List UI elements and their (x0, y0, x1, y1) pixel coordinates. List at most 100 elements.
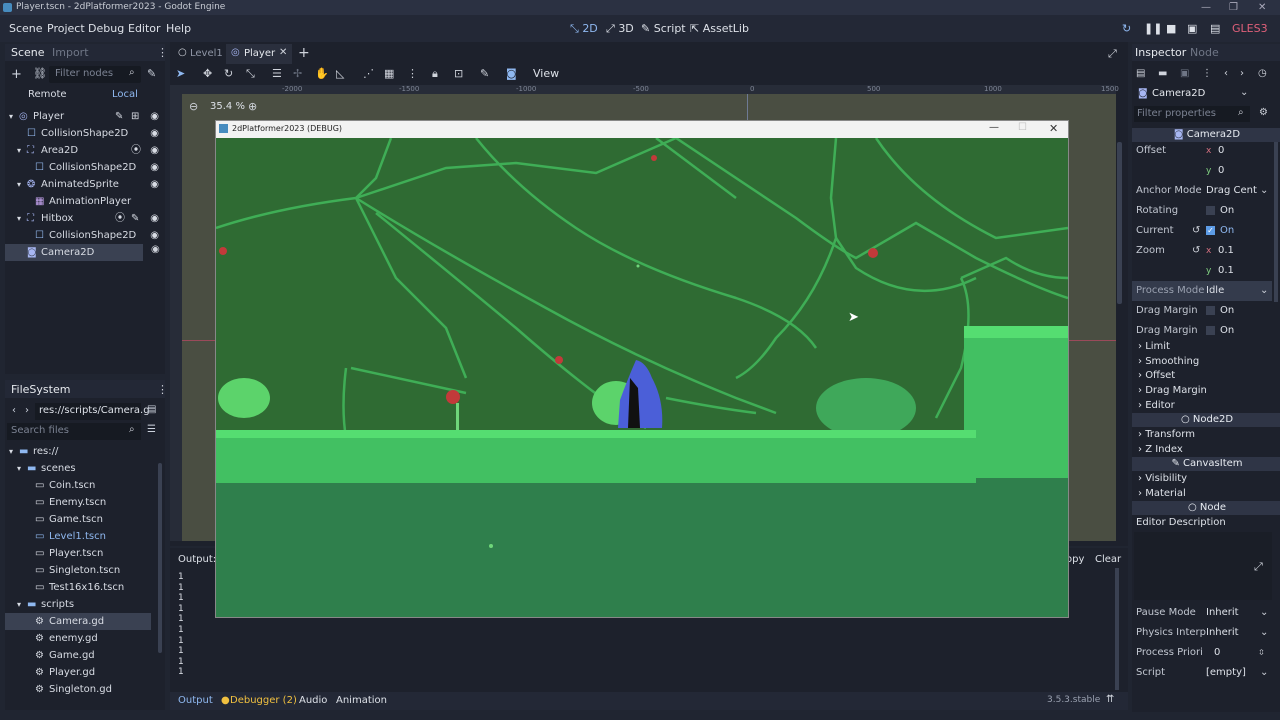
dock-menu-icon[interactable]: ⋮ (157, 383, 168, 396)
file-enemy-gd[interactable]: ⚙ enemy.gd (5, 630, 157, 647)
menu-debug[interactable]: Debug (88, 22, 124, 35)
dock-menu-icon[interactable]: ⋮ (157, 46, 168, 59)
file-level1-tscn[interactable]: ▭ Level1.tscn (5, 528, 157, 545)
maximize-icon[interactable]: ❐ (1229, 0, 1238, 15)
inspector-scrollbar[interactable] (1274, 142, 1278, 302)
snap-options-icon[interactable]: ⋮ (407, 67, 418, 80)
maximize-icon[interactable]: ☐ (1018, 122, 1027, 133)
minimize-icon[interactable]: — (989, 122, 999, 133)
tree-node-animatedsprite[interactable]: ▾ ❂ AnimatedSprite ◉ (5, 176, 167, 193)
scrollbar[interactable] (158, 463, 162, 653)
tree-node-animationplayer[interactable]: ▦ AnimationPlayer (5, 193, 167, 210)
tree-node-collisionshape2d[interactable]: ☐ CollisionShape2D ◉ (5, 227, 167, 244)
vertical-scrollbar[interactable] (1117, 142, 1122, 304)
link-icon[interactable]: ⛓ (33, 67, 47, 80)
tree-node-camera2d[interactable]: ◙ Camera2D (5, 244, 143, 261)
tab-node[interactable]: Node (1190, 46, 1219, 59)
section-limit[interactable]: › Limit (1132, 340, 1272, 354)
visibility-eye-icon[interactable]: ◉ (151, 244, 160, 255)
section-drag-margin[interactable]: › Drag Margin (1132, 384, 1272, 398)
tab-animation[interactable]: Animation (336, 695, 387, 706)
section-transform[interactable]: › Transform (1132, 428, 1272, 442)
rotate-tool-icon[interactable]: ↻ (224, 67, 233, 80)
section-editor[interactable]: › Editor (1132, 399, 1272, 413)
close-tab-icon[interactable]: ✕ (279, 47, 287, 58)
group-select-icon[interactable]: ⊡ (454, 67, 463, 80)
folder-scripts[interactable]: ▾ ▬ scripts (5, 596, 157, 613)
zoom-level[interactable]: 35.4 % (210, 101, 245, 112)
reload-icon[interactable]: ↻ (1122, 22, 1131, 35)
stop-icon[interactable]: ■ (1166, 22, 1176, 35)
split-view-icon[interactable]: ▤ (147, 404, 156, 415)
bone-icon[interactable]: ✎ (480, 67, 489, 80)
file-camera-gd[interactable]: ⚙ Camera.gd (5, 613, 151, 630)
camera-override-icon[interactable]: ◙ (506, 67, 517, 80)
rotating-checkbox[interactable] (1206, 206, 1215, 215)
move-tool-icon[interactable]: ✥ (203, 67, 212, 80)
history-icon[interactable]: ◷ (1258, 68, 1267, 79)
pivot-tool-icon[interactable]: ✢ (293, 67, 302, 80)
tab-debugger[interactable]: Debugger (2) (230, 695, 297, 706)
workspace-3d[interactable]: ⤢ 3D (606, 22, 634, 36)
close-icon[interactable]: ✕ (1258, 0, 1266, 15)
filter-nodes-input[interactable]: Filter nodes ⌕ (49, 66, 141, 83)
tab-import[interactable]: Import (52, 46, 89, 59)
distraction-free-icon[interactable]: ⤢ (1108, 47, 1117, 61)
property-options-icon[interactable]: ⚙ (1259, 107, 1268, 118)
pause-mode-select[interactable]: Inherit (1206, 603, 1239, 623)
current-checkbox[interactable]: ✓ (1206, 226, 1215, 235)
revert-icon[interactable]: ↺ (1192, 241, 1200, 261)
play-scene-icon[interactable]: ▣ (1187, 22, 1197, 35)
forward-icon[interactable]: › (25, 405, 29, 416)
play-custom-icon[interactable]: ▤ (1210, 22, 1220, 35)
zoom-in-icon[interactable]: ⊕ (248, 100, 257, 113)
file-test16x16-tscn[interactable]: ▭ Test16x16.tscn (5, 579, 157, 596)
section-z-index[interactable]: › Z Index (1132, 443, 1272, 457)
physics-interp-select[interactable]: Inherit (1206, 623, 1239, 643)
remote-button[interactable]: Remote (5, 87, 85, 104)
menu-editor[interactable]: Editor (128, 22, 161, 35)
section-offset[interactable]: › Offset (1132, 369, 1272, 383)
script-attach-icon[interactable]: ✎ (147, 67, 156, 80)
drag-margin-v-checkbox[interactable] (1206, 326, 1215, 335)
folder-scenes[interactable]: ▾ ▬ scenes (5, 460, 157, 477)
output-scrollbar[interactable] (1115, 568, 1119, 690)
expand-icon[interactable]: ⤢ (1254, 560, 1263, 574)
list-select-icon[interactable]: ☰ (272, 67, 282, 80)
object-selector[interactable]: ◙ Camera2D ⌄ (1134, 86, 1262, 102)
tab-output[interactable]: Output (178, 695, 213, 706)
tree-node-player[interactable]: ▾ ◎ Player ✎ ⊞ ◉ (5, 108, 167, 125)
history-back-icon[interactable]: ‹ (1224, 68, 1228, 79)
folder-res[interactable]: ▾ ▬ res:// (5, 443, 157, 460)
game-scene[interactable] (216, 138, 1068, 617)
revert-icon[interactable]: ↺ (1192, 221, 1200, 241)
new-resource-icon[interactable]: ▤ (1136, 68, 1145, 79)
path-field[interactable]: res://scripts/Camera.g (35, 403, 150, 420)
select-tool-icon[interactable]: ➤ (176, 67, 185, 80)
workspace-script[interactable]: ✎ Script (641, 22, 686, 35)
section-smoothing[interactable]: › Smoothing (1132, 355, 1272, 369)
grid-snap-icon[interactable]: ▦ (384, 67, 394, 80)
file-game-tscn[interactable]: ▭ Game.tscn (5, 511, 157, 528)
ruler-tool-icon[interactable]: ◺ (336, 67, 344, 80)
scale-tool-icon[interactable]: ⤡ (246, 67, 255, 81)
view-menu[interactable]: View (533, 67, 559, 80)
zoom-out-icon[interactable]: ⊖ (189, 100, 198, 113)
process-priority-field[interactable]: 0 (1214, 643, 1220, 663)
open-folder-icon[interactable]: ▬ (1158, 68, 1167, 79)
section-material[interactable]: › Material (1132, 487, 1272, 501)
zoom-y-field[interactable]: 0.1 (1218, 261, 1234, 281)
smart-snap-icon[interactable]: ⋰ (363, 67, 374, 80)
drag-margin-h-checkbox[interactable] (1206, 306, 1215, 315)
zoom-x-field[interactable]: 0.1 (1218, 241, 1234, 261)
tab-filesystem[interactable]: FileSystem (11, 383, 70, 396)
local-button[interactable]: Local (85, 87, 165, 104)
minimize-icon[interactable]: — (1201, 0, 1211, 15)
workspace-assetlib[interactable]: ⇱ AssetLib (690, 22, 749, 35)
tree-node-hitbox[interactable]: ▾ ⛶ Hitbox ⦿ ✎ ◉ (5, 210, 167, 227)
tab-scene[interactable]: Scene (11, 46, 45, 59)
file-enemy-tscn[interactable]: ▭ Enemy.tscn (5, 494, 157, 511)
editor-description-field[interactable]: ⤢ (1134, 532, 1272, 600)
tab-inspector[interactable]: Inspector (1135, 46, 1186, 59)
folder-sprites[interactable]: ▸▬sprites (5, 698, 157, 703)
